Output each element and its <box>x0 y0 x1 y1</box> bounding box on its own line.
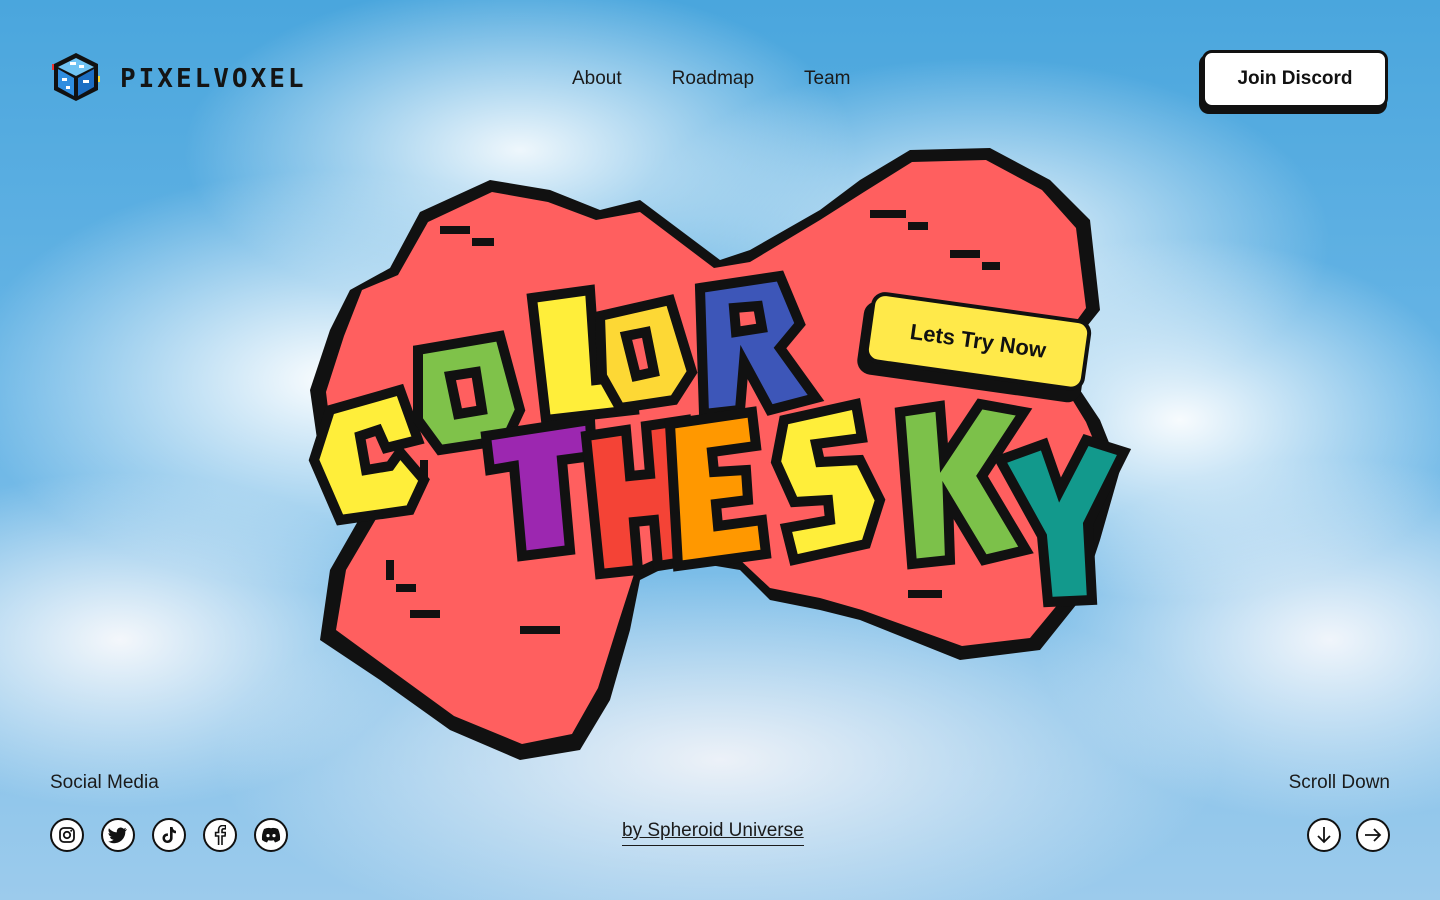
nav-team[interactable]: Team <box>804 68 850 90</box>
nav-roadmap[interactable]: Roadmap <box>672 68 754 90</box>
credit-link[interactable]: by Spheroid Universe <box>622 820 804 846</box>
color-the-sky-illustration <box>308 148 1132 760</box>
arrow-down-icon[interactable] <box>1307 818 1341 852</box>
site-header: PIXELVOXEL About Roadmap Team Join Disco… <box>50 50 1390 114</box>
discord-icon[interactable] <box>254 818 288 852</box>
scroll-arrows <box>1289 818 1390 852</box>
arrow-right-icon[interactable] <box>1356 818 1390 852</box>
scroll-down-label: Scroll Down <box>1288 772 1390 793</box>
social-media-section: Social Media <box>50 772 288 852</box>
social-icons <box>50 818 288 852</box>
join-discord-button[interactable]: Join Discord <box>1199 50 1390 114</box>
instagram-icon[interactable] <box>50 818 84 852</box>
facebook-icon[interactable] <box>203 818 237 852</box>
pixel-cube-icon <box>50 50 102 107</box>
social-media-label: Social Media <box>50 772 159 793</box>
hero-artwork <box>300 140 1140 780</box>
scroll-section: Scroll Down <box>1289 772 1390 852</box>
tiktok-icon[interactable] <box>152 818 186 852</box>
main-nav: About Roadmap Team <box>572 68 851 90</box>
brand-logo[interactable]: PIXELVOXEL <box>50 50 307 107</box>
nav-about[interactable]: About <box>572 68 622 90</box>
brand-name: PIXELVOXEL <box>120 63 307 94</box>
join-discord-label: Join Discord <box>1202 50 1388 108</box>
twitter-icon[interactable] <box>101 818 135 852</box>
